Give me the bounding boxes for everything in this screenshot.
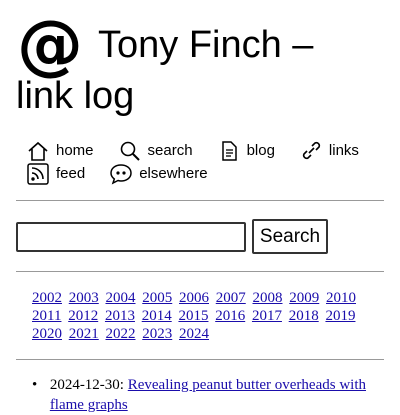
year-row: 2011 2012 2013 2014 2015 2016 2017 2018 …	[32, 307, 372, 325]
year-link[interactable]: 2015	[178, 308, 208, 324]
nav-item-links[interactable]: links	[299, 140, 359, 162]
year-link[interactable]: 2017	[252, 308, 282, 324]
year-link[interactable]: 2023	[142, 326, 172, 342]
search-input[interactable]	[16, 221, 246, 252]
year-link[interactable]: 2016	[215, 308, 245, 324]
year-link[interactable]: 2011	[32, 308, 61, 324]
nav-item-home[interactable]: home	[26, 140, 94, 162]
page-subtitle: link log	[16, 75, 135, 117]
nav-row-2: feed elsewhere	[26, 162, 386, 185]
year-link[interactable]: 2020	[32, 326, 62, 342]
year-link[interactable]: 2008	[253, 290, 283, 306]
nav-item-search[interactable]: search	[118, 140, 193, 162]
rss-feed-icon	[27, 162, 49, 185]
search-button[interactable]: Search	[252, 219, 328, 254]
year-link[interactable]: 2022	[106, 326, 136, 342]
search-icon	[120, 141, 140, 161]
year-link[interactable]: 2009	[289, 290, 319, 306]
link-icon	[302, 141, 321, 159]
year-link[interactable]: 2007	[216, 290, 246, 306]
site-header: @ Tony Finch – link log	[16, 6, 386, 118]
nav-item-elsewhere[interactable]: elsewhere	[109, 163, 208, 185]
year-link[interactable]: 2002	[32, 290, 62, 306]
nav-item-blog[interactable]: blog	[217, 140, 275, 162]
document-icon	[221, 140, 237, 161]
nav-label-feed: feed	[56, 165, 86, 182]
nav-label-search: search	[147, 142, 193, 159]
divider	[16, 271, 384, 272]
divider	[16, 359, 384, 360]
post-date: 2024-12-30:	[49, 377, 124, 393]
year-link[interactable]: 2019	[325, 308, 355, 324]
year-link[interactable]: 2006	[179, 290, 209, 306]
at-sign-logo-icon: @	[17, 6, 83, 83]
page-title: Tony Finch –	[98, 24, 314, 66]
nav-row-1: home search blog links	[26, 139, 386, 162]
list-item: • 2024-12-30: Revealing peanut butter ov…	[32, 375, 372, 415]
year-link[interactable]: 2024	[179, 326, 209, 342]
year-link[interactable]: 2012	[68, 308, 98, 324]
speech-bubble-icon	[110, 163, 132, 184]
year-archive: 2002 2003 2004 2005 2006 2007 2008 2009 …	[32, 289, 372, 343]
year-link[interactable]: 2013	[105, 308, 135, 324]
year-row: 2002 2003 2004 2005 2006 2007 2008 2009 …	[32, 289, 372, 307]
year-link[interactable]: 2005	[142, 290, 172, 306]
nav-label-home: home	[56, 142, 94, 159]
nav-menu: home search blog links feed elsewhere	[26, 139, 386, 185]
nav-label-elsewhere: elsewhere	[139, 165, 208, 182]
nav-label-links: links	[328, 142, 359, 159]
year-link[interactable]: 2014	[142, 308, 172, 324]
year-link[interactable]: 2003	[69, 290, 99, 306]
post-list: • 2024-12-30: Revealing peanut butter ov…	[32, 375, 372, 415]
nav-item-feed[interactable]: feed	[26, 162, 86, 185]
bullet: •	[32, 377, 38, 393]
nav-label-blog: blog	[246, 142, 275, 159]
year-link[interactable]: 2010	[326, 290, 356, 306]
year-link[interactable]: 2018	[289, 308, 319, 324]
year-link[interactable]: 2021	[69, 326, 99, 342]
home-icon	[28, 141, 48, 161]
search-form: Search	[16, 219, 328, 254]
title-line: @ Tony Finch –	[16, 6, 386, 83]
year-row: 2020 2021 2022 2023 2024	[32, 325, 372, 343]
divider	[16, 200, 384, 201]
year-link[interactable]: 2004	[106, 290, 136, 306]
